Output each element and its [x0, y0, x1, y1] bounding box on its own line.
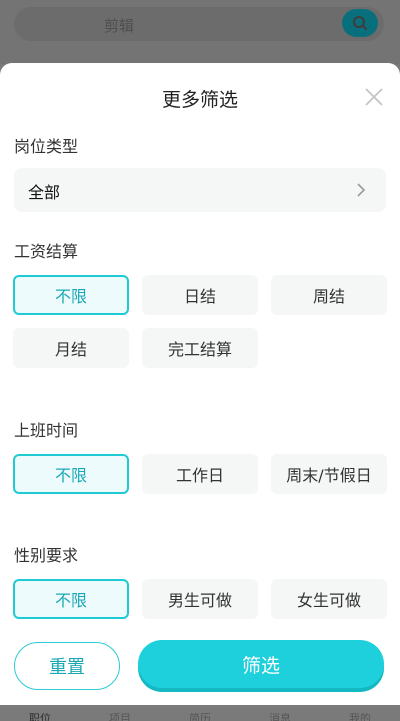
- chevron-right-icon: [357, 183, 366, 197]
- work-time-option-weekends-holidays[interactable]: 周末/节假日: [271, 454, 387, 494]
- section-title-job-type: 岗位类型: [14, 137, 79, 156]
- section-title-salary: 工资结算: [14, 242, 79, 261]
- close-icon[interactable]: [362, 85, 386, 109]
- search-bar[interactable]: 剪辑: [14, 7, 384, 41]
- salary-option-on-completion[interactable]: 完工结算: [142, 328, 258, 368]
- salary-option-weekly[interactable]: 周结: [271, 275, 387, 315]
- work-time-option-weekdays[interactable]: 工作日: [142, 454, 258, 494]
- gender-option-male[interactable]: 男生可做: [142, 579, 258, 619]
- tab-projects[interactable]: 项目: [109, 713, 131, 721]
- search-icon: [353, 16, 367, 30]
- section-title-work-time: 上班时间: [14, 421, 79, 440]
- gender-option-female[interactable]: 女生可做: [271, 579, 387, 619]
- job-type-value: 全部: [28, 183, 61, 202]
- work-time-option-any[interactable]: 不限: [13, 454, 129, 494]
- filter-button[interactable]: 筛选: [138, 640, 384, 688]
- tab-messages[interactable]: 消息: [269, 713, 291, 721]
- tab-resume[interactable]: 简历: [189, 713, 211, 721]
- panel-title: 更多筛选: [161, 89, 238, 111]
- search-input-text[interactable]: 剪辑: [104, 15, 134, 36]
- background-header: 剪辑: [0, 0, 400, 64]
- section-title-gender: 性别要求: [14, 546, 79, 565]
- gender-option-any[interactable]: 不限: [13, 579, 129, 619]
- tab-me[interactable]: 我的: [349, 713, 371, 721]
- filter-panel: 更多筛选 岗位类型 全部 工资结算 不限 日结 周结 月结 完工结算 上班时间 …: [0, 63, 400, 705]
- tab-jobs[interactable]: 职位: [29, 713, 51, 721]
- search-button[interactable]: [342, 9, 378, 37]
- salary-option-any[interactable]: 不限: [13, 275, 129, 315]
- bottom-tab-bar: 职位 项目 简历 消息 我的: [0, 707, 400, 721]
- salary-option-daily[interactable]: 日结: [142, 275, 258, 315]
- job-type-select[interactable]: 全部: [14, 168, 386, 212]
- reset-button[interactable]: 重置: [14, 642, 120, 690]
- salary-option-monthly[interactable]: 月结: [13, 328, 129, 368]
